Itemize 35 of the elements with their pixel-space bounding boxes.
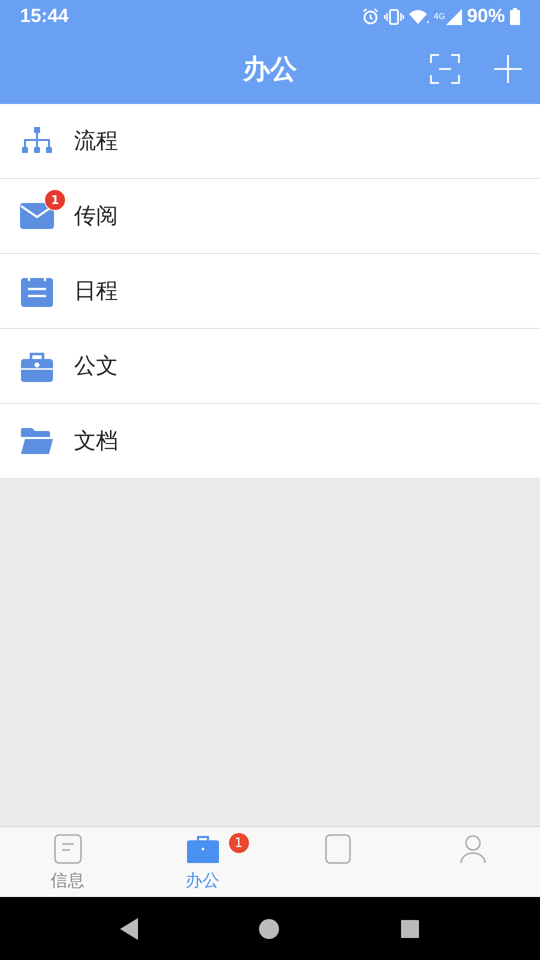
signal-icon <box>446 8 462 24</box>
battery-icon <box>510 8 520 25</box>
menu-item[interactable]: 1 传阅 <box>0 178 540 253</box>
menu-label: 公文 <box>74 353 118 381</box>
menu-label: 文档 <box>74 428 118 456</box>
briefcase-icon <box>186 835 218 863</box>
tab-badge: 1 <box>228 833 248 853</box>
tab[interactable]: 1 办公 <box>135 827 270 897</box>
menu-item[interactable]: 流程 <box>0 104 540 178</box>
network-label: 4G <box>434 12 445 20</box>
menu-item[interactable]: 文档 <box>0 403 540 479</box>
menu-label: 日程 <box>74 278 118 306</box>
person-icon <box>458 834 486 864</box>
menu-label: 流程 <box>74 128 118 156</box>
briefcase-icon <box>21 350 53 382</box>
wifi-icon <box>408 8 429 24</box>
recents-icon[interactable] <box>400 918 420 938</box>
document-icon <box>54 834 82 864</box>
org-chart-icon <box>21 127 53 155</box>
battery-percent: 90% <box>466 6 505 28</box>
calendar-icon <box>21 275 53 307</box>
add-icon[interactable] <box>494 55 522 83</box>
unread-badge: 1 <box>44 189 66 211</box>
envelope-icon <box>20 203 54 229</box>
alarm-icon <box>362 8 379 25</box>
menu-item[interactable]: 日程 <box>0 253 540 328</box>
folder-icon <box>21 428 53 454</box>
vibrate-icon <box>384 8 404 24</box>
page-title: 办公 <box>243 52 297 86</box>
back-icon[interactable] <box>120 918 138 940</box>
scan-icon[interactable] <box>430 54 460 84</box>
menu-label: 传阅 <box>74 203 118 231</box>
menu-item[interactable]: 公文 <box>0 328 540 403</box>
status-time: 15:44 <box>20 6 69 28</box>
home-icon[interactable] <box>258 918 280 940</box>
